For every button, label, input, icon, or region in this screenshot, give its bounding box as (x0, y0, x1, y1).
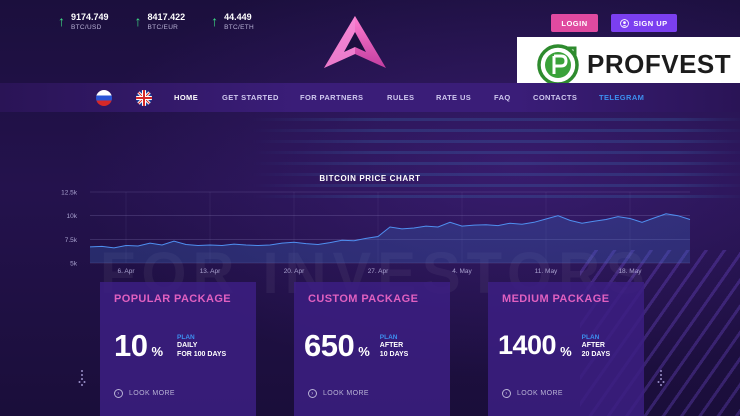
price-area (90, 213, 690, 263)
nav-item-faq[interactable]: FAQ (494, 93, 511, 102)
arrow-right-icon: › (502, 389, 511, 398)
plan-line2: FOR 100 DAYS (177, 350, 227, 358)
look-more-label: LOOK MORE (129, 390, 175, 397)
ticker-value: 9174.749 (71, 12, 109, 22)
ticker-pair: BTC/USD (71, 24, 102, 31)
percent-sign: % (560, 344, 572, 359)
signup-button[interactable]: SIGN UP (611, 14, 677, 32)
y-tick-label: 12.5k (61, 190, 78, 197)
package-title: MEDIUM PACKAGE (502, 293, 610, 305)
package-title: POPULAR PACKAGE (114, 293, 232, 305)
plan-line2: 10 DAYS (379, 350, 409, 358)
brand-name: PROFVEST (587, 49, 732, 79)
plan-label: PLAN (581, 334, 600, 341)
nav-item-get-started[interactable]: GET STARTED (222, 93, 279, 102)
ticker-value: 44.449 (224, 12, 252, 22)
look-more-label: LOOK MORE (517, 390, 563, 397)
russian-flag-icon[interactable] (96, 90, 112, 106)
profvest-logo-icon (537, 43, 579, 86)
plan-line1: AFTER (379, 342, 404, 349)
look-more-label: LOOK MORE (323, 390, 369, 397)
plan-line1: DAILY (177, 342, 198, 349)
up-arrow-icon: ↑ (134, 13, 142, 29)
nav-item-rate-us[interactable]: RATE US (436, 93, 471, 102)
ticker-btc-eur: ↑ 8417.422 BTC/EUR (135, 12, 186, 33)
plan-line1: AFTER (581, 342, 605, 349)
login-button[interactable]: LOGIN (551, 14, 598, 32)
x-tick-label: 13. Apr (200, 268, 221, 275)
package-percent: 1400 (498, 330, 557, 360)
nav-item-contacts[interactable]: CONTACTS (533, 93, 577, 102)
x-tick-label: 11. May (535, 268, 558, 275)
x-tick-label: 27. Apr (368, 268, 389, 275)
look-more-link[interactable]: › LOOK MORE (502, 389, 563, 398)
package-percent: 10 (114, 328, 148, 363)
y-tick-label: 7.5k (65, 237, 78, 244)
package-card-custom[interactable]: CUSTOM PACKAGE 650 % PLAN AFTER 10 DAYS … (294, 282, 450, 416)
x-tick-label: 18. May (618, 268, 642, 275)
up-arrow-icon: ↑ (58, 13, 65, 29)
y-tick-label: 10k (67, 213, 78, 220)
uk-flag-icon[interactable] (136, 90, 152, 106)
x-tick-label: 6. Apr (118, 268, 136, 275)
site-logo[interactable] (322, 14, 388, 70)
nav-item-rules[interactable]: RULES (387, 93, 414, 102)
scroll-left-arrows-icon[interactable] (78, 369, 86, 387)
package-card-medium[interactable]: MEDIUM PACKAGE 1400 % PLAN AFTER 20 DAYS… (488, 282, 644, 416)
ticker-pair: BTC/ETH (224, 24, 254, 31)
look-more-link[interactable]: › LOOK MORE (308, 389, 369, 398)
package-percent: 650 (304, 328, 355, 363)
nav-item-for-partners[interactable]: FOR PARTNERS (300, 93, 363, 102)
nav-item-telegram[interactable]: TELEGRAM (599, 93, 644, 102)
bitcoin-price-chart[interactable]: 5k 7.5k 10k 12.5k 6. Apr 13. Apr 20. Apr 27. Ap… (0, 180, 740, 280)
arrow-right-icon: › (114, 389, 123, 398)
x-tick-label: 4. May (452, 268, 472, 275)
ticker-btc-eth: ↑ 44.449 BTC/ETH (211, 12, 254, 33)
nav-item-home[interactable]: HOME (174, 93, 198, 102)
plan-label: PLAN (379, 334, 398, 341)
scroll-right-arrows-icon[interactable] (657, 369, 665, 387)
x-tick-label: 20. Apr (284, 268, 305, 275)
package-title: CUSTOM PACKAGE (308, 293, 419, 305)
ticker-value: 8417.422 (147, 12, 186, 22)
up-arrow-icon: ↑ (211, 13, 219, 29)
ticker-pair: BTC/EUR (147, 24, 179, 31)
percent-sign: % (151, 344, 164, 359)
y-tick-label: 5k (70, 261, 78, 268)
percent-sign: % (358, 344, 370, 359)
user-icon (620, 18, 630, 28)
plan-label: PLAN (177, 334, 195, 341)
price-ticker: ↑ 9174.749 BTC/USD ↑ 8417.422 BTC/EUR ↑ … (58, 12, 254, 33)
arrow-right-icon: › (308, 389, 317, 398)
package-card-popular[interactable]: POPULAR PACKAGE 10 % PLAN DAILY FOR 100 … (100, 282, 256, 416)
look-more-link[interactable]: › LOOK MORE (114, 389, 175, 398)
ticker-btc-usd: ↑ 9174.749 BTC/USD (58, 12, 109, 33)
plan-line2: 20 DAYS (581, 350, 611, 358)
signup-label: SIGN UP (633, 18, 668, 28)
